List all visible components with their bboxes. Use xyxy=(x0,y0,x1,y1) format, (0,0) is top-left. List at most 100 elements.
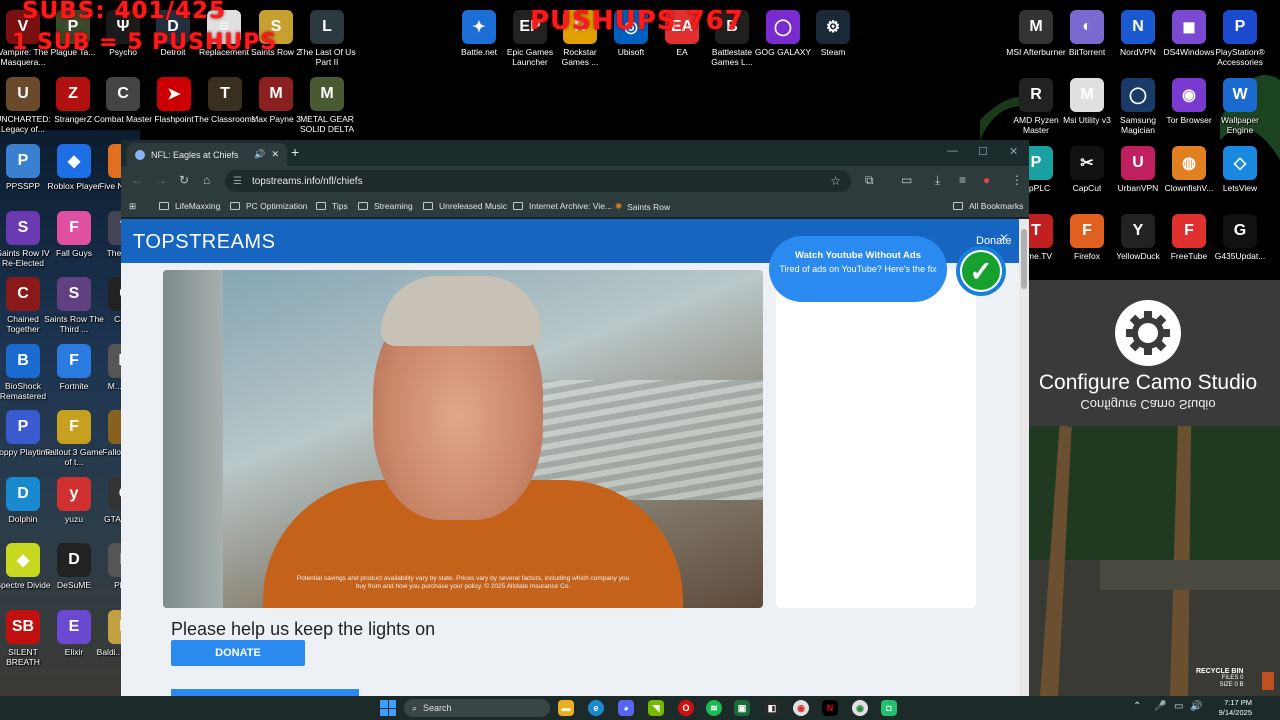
desktop-icon-left-15[interactable]: D Dolphin xyxy=(0,476,54,524)
download-icon[interactable]: ⤓ xyxy=(935,173,940,188)
archive-icon xyxy=(513,202,523,210)
youtube-ad-popup[interactable]: Watch Youtube Without Ads Tired of ads o… xyxy=(769,236,947,302)
desktop-icon-label: yuzu xyxy=(65,513,83,524)
clock-date: 9/14/2025 xyxy=(1218,708,1252,717)
desktop-icon-top-13-icon: ◯ xyxy=(766,10,800,44)
reload-icon[interactable]: ↻ xyxy=(179,173,189,187)
desktop-icon-left-6[interactable]: C Chained Together xyxy=(0,277,54,334)
pushups-counter-overlay: PUSHUPS 767 xyxy=(530,6,744,36)
bookmark-streaming[interactable]: Streaming xyxy=(358,201,413,211)
desktop-icon-row2-4-icon: T xyxy=(208,77,242,111)
page-scrollbar[interactable] xyxy=(1019,219,1029,697)
bookmark-star-icon[interactable]: ☆ xyxy=(830,174,841,188)
media-control-icon[interactable]: ≡ xyxy=(959,173,966,187)
desktop-icon-left-12[interactable]: P Poppy Playtime xyxy=(0,410,54,457)
maximize-button[interactable]: ☐ xyxy=(978,145,988,158)
edge-icon[interactable]: e xyxy=(588,700,604,716)
desktop-icon-left-0[interactable]: P PPSSPP xyxy=(0,144,54,191)
profile-avatar[interactable]: ● xyxy=(983,173,990,187)
recycle-bin-widget[interactable]: RECYCLE BIN FILES 0 SIZE 0 B xyxy=(1196,668,1243,689)
desktop-icon-left-18[interactable]: ◆ Spectre Divide xyxy=(0,543,54,590)
check-badge[interactable]: ✓ xyxy=(956,246,1006,296)
desktop-icon-top-7[interactable]: ✦ Battle.net xyxy=(448,10,510,57)
bookmark-unreleased-music[interactable]: Unreleased Music xyxy=(423,201,507,211)
app-icon[interactable]: ▣ xyxy=(734,700,750,716)
spotify-icon[interactable]: ≋ xyxy=(706,700,722,716)
address-bar[interactable]: ☰ topstreams.info/nfl/chiefs ☆ xyxy=(225,170,851,192)
desktop-icon-right-12-icon: U xyxy=(1121,146,1155,180)
desktop-icon-right-5-icon: R xyxy=(1019,78,1053,112)
desktop-icon-label: LetsView xyxy=(1222,183,1258,193)
donate-button[interactable]: DONATE xyxy=(171,640,305,666)
folder-icon xyxy=(423,202,433,210)
video-player[interactable]: Potential savings and product availabili… xyxy=(163,270,763,608)
netflix-icon[interactable]: N xyxy=(822,700,838,716)
file-explorer-icon[interactable]: ▬ xyxy=(558,700,574,716)
bookmark-label: Tips xyxy=(332,201,348,211)
nvidia-icon[interactable]: ◥ xyxy=(648,700,664,716)
apps-icon[interactable]: ⊞ xyxy=(129,201,136,212)
desktop-icon-row2-2-icon: C xyxy=(106,77,140,111)
bookmarks-bar: ⊞ LifeMaxxing PC Optimization Tips Strea… xyxy=(121,196,1029,218)
site-title[interactable]: TOPSTREAMS xyxy=(133,231,275,254)
desktop-icon-left-7-icon: S xyxy=(57,277,91,311)
desktop-icon-right-7-icon: ◯ xyxy=(1121,78,1155,112)
back-icon[interactable]: ← xyxy=(131,173,143,187)
desktop-icon-row2-0[interactable]: U UNCHARTED: Legacy of... xyxy=(0,77,54,134)
minimize-button[interactable]: — xyxy=(947,145,958,157)
bookmark-label: All Bookmarks xyxy=(969,201,1024,211)
desktop-icon-label: Dolphin xyxy=(8,513,38,524)
recycle-files: FILES 0 xyxy=(1221,675,1244,681)
discord-icon[interactable]: ◕ xyxy=(618,700,634,716)
forward-icon[interactable]: → xyxy=(155,173,167,187)
desktop-icon-left-9[interactable]: B BioShock Remastered xyxy=(0,343,54,401)
site-info-icon[interactable]: ☰ xyxy=(233,176,242,187)
desktop-icon-label: Roblox Player xyxy=(47,181,101,191)
desktop-icon-right-3-icon: ◼ xyxy=(1172,10,1206,44)
close-window-button[interactable]: ✕ xyxy=(1009,145,1018,158)
cast-icon[interactable]: ▭ xyxy=(901,173,912,187)
video-scene-pillar xyxy=(163,270,223,608)
desktop-icon-label: NordVPN xyxy=(1120,47,1156,57)
bookmark-label: LifeMaxxing xyxy=(175,201,221,211)
popup-close-icon[interactable]: ✕ xyxy=(999,231,1009,245)
side-panel xyxy=(776,270,976,608)
taskbar-clock[interactable]: 7:17 PM 9/14/2025 xyxy=(1208,698,1252,718)
home-icon[interactable]: ⌂ xyxy=(203,173,210,187)
folder-icon xyxy=(953,202,963,210)
desktop-icon-left-3[interactable]: S Saints Row IV Re-Elected xyxy=(0,210,54,268)
desktop-icon-right-9-icon: W xyxy=(1223,78,1257,112)
desktop-icon-right-5[interactable]: R AMD Ryzen Master xyxy=(1005,78,1067,135)
start-icon[interactable] xyxy=(380,700,396,716)
desktop-icon-right-0[interactable]: M MSI Afterburner xyxy=(1005,10,1067,57)
app-teal-icon[interactable]: ◘ xyxy=(881,700,897,716)
app-green-icon[interactable]: ◧ xyxy=(764,700,780,716)
tray-chevron-icon[interactable]: ⌃ xyxy=(1133,701,1141,712)
bookmark-pc-optimization[interactable]: PC Optimization xyxy=(230,201,307,211)
desktop-icon-left-21[interactable]: SB SILENT BREATH xyxy=(0,609,54,667)
all-bookmarks[interactable]: All Bookmarks xyxy=(953,201,1023,211)
volume-icon[interactable]: 🔊 xyxy=(1190,701,1202,712)
mic-icon[interactable]: 🎤 xyxy=(1154,701,1166,712)
display-icon[interactable]: ▭ xyxy=(1174,701,1183,712)
bookmark-tips[interactable]: Tips xyxy=(316,201,348,211)
bookmark-saints-row[interactable]: ✺ Saints Row xyxy=(615,201,670,212)
extensions-icon[interactable]: ⧉ xyxy=(865,173,874,188)
desktop-icon-label: BitTorrent xyxy=(1068,47,1106,57)
chrome-active-icon[interactable]: ◉ xyxy=(852,700,868,716)
bookmark-lifemaxxing[interactable]: LifeMaxxing xyxy=(159,201,220,211)
scrollbar-thumb[interactable] xyxy=(1021,229,1027,289)
opera-icon[interactable]: O xyxy=(678,700,694,716)
tab-active[interactable]: NFL: Eagles at Chiefs 🔊 ✕ xyxy=(127,143,287,166)
tab-close-icon[interactable]: ✕ xyxy=(271,149,279,160)
menu-icon[interactable]: ⋮ xyxy=(1011,173,1023,187)
bookmark-internet-archive[interactable]: Internet Archive: Vie... xyxy=(513,201,612,211)
taskbar-search[interactable]: ⌕ Search xyxy=(404,699,550,717)
tab-audio-icon[interactable]: 🔊 xyxy=(254,149,265,160)
chrome-icon[interactable]: ◉ xyxy=(793,700,809,716)
help-text: Please help us keep the lights on xyxy=(171,619,436,639)
browser-window: NFL: Eagles at Chiefs 🔊 ✕ + — ☐ ✕ ← → ↻ … xyxy=(121,140,1029,697)
recycle-bin-icon[interactable] xyxy=(1262,672,1274,690)
new-tab-button[interactable]: + xyxy=(291,144,299,160)
desktop-icon-row2-3-icon: ➤ xyxy=(157,77,191,111)
